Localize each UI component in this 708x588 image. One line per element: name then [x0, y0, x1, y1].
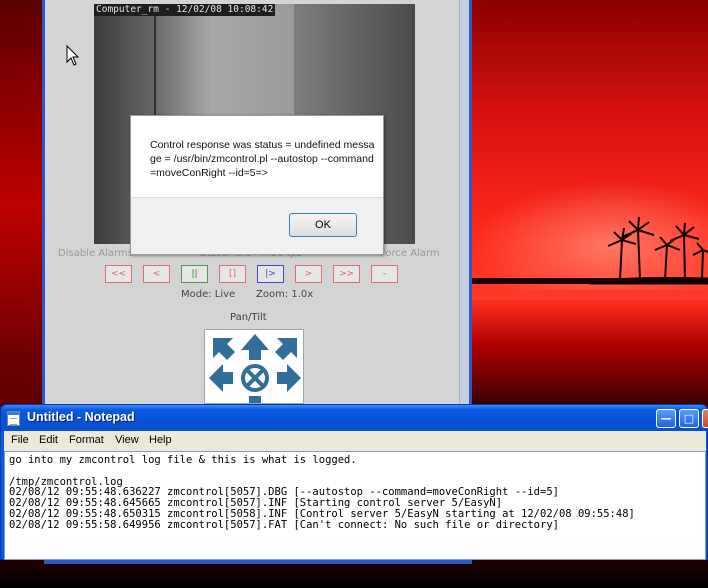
menu-view[interactable]: View	[115, 434, 139, 446]
camera-caption: Computer_rm - 12/02/08 10:08:42	[94, 4, 276, 16]
notepad-text-area[interactable]: go into my zmcontrol log file & this is …	[4, 451, 706, 560]
pantilt-control	[204, 329, 304, 404]
close-icon[interactable]	[702, 409, 708, 428]
notepad-title: Untitled - Notepad	[27, 410, 135, 424]
force-alarm-link[interactable]: Force Alarm	[380, 248, 440, 259]
alert-dialog: Control response was status = undefined …	[130, 115, 384, 255]
maximize-icon[interactable]: □	[679, 409, 699, 428]
pantilt-heading: Pan/Tilt	[230, 312, 267, 323]
ok-button[interactable]: OK	[289, 213, 357, 237]
stop-button[interactable]: []	[219, 265, 246, 283]
mode-label: Mode: Live	[181, 289, 236, 300]
slow-rewind-button[interactable]: <	[143, 265, 170, 283]
disable-alarms-link[interactable]: Disable Alarms	[58, 248, 133, 259]
fast-forward-button[interactable]: >>	[333, 265, 360, 283]
fast-rewind-button[interactable]: <<	[105, 265, 132, 283]
alert-message: Control response was status = undefined …	[150, 139, 375, 179]
menu-file[interactable]: File	[11, 434, 29, 446]
alert-footer: OK	[131, 197, 383, 254]
play-button[interactable]: |>	[257, 265, 284, 283]
slow-forward-button[interactable]: >	[295, 265, 322, 283]
pause-button[interactable]: ||	[181, 265, 208, 283]
desktop-bottom-strip	[0, 560, 708, 588]
pantilt-arrows-icon[interactable]	[205, 330, 304, 404]
notepad-content: go into my zmcontrol log file & this is …	[9, 454, 635, 531]
menu-edit[interactable]: Edit	[39, 434, 58, 446]
browser-window-bottom-edge	[44, 560, 472, 564]
notepad-icon	[7, 411, 20, 426]
browser-scrollbar[interactable]	[459, 0, 469, 404]
wallpaper-palm-silhouettes	[470, 216, 708, 285]
notepad-menubar: File Edit Format View Help	[4, 431, 706, 451]
notepad-window: Untitled - Notepad — □ File Edit Format …	[0, 404, 708, 560]
mouse-cursor-icon	[66, 45, 80, 66]
menu-help[interactable]: Help	[149, 434, 172, 446]
minimize-icon[interactable]: —	[656, 409, 676, 428]
notepad-titlebar[interactable]: Untitled - Notepad — □	[1, 405, 708, 431]
zoom-out-button[interactable]: -	[371, 265, 398, 283]
zoom-label: Zoom: 1.0x	[256, 289, 314, 300]
menu-format[interactable]: Format	[69, 434, 104, 446]
